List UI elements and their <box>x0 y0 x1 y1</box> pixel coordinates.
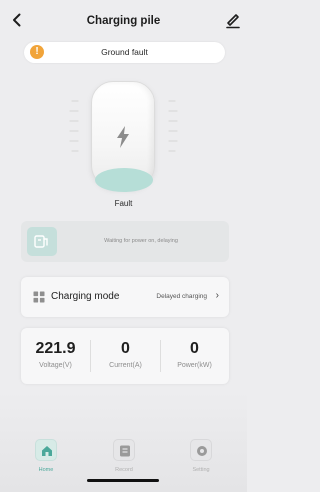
current-value: 0 <box>121 340 130 357</box>
tab-setting[interactable]: Setting <box>181 439 221 481</box>
header-bar: Charging pile <box>0 0 247 40</box>
charging-mode-row[interactable]: Charging mode Delayed charging › <box>21 277 229 317</box>
chevron-right-icon: › <box>215 290 219 301</box>
tab-setting-icon-box <box>190 439 212 461</box>
charging-pile-illustration <box>60 75 187 195</box>
page-title: Charging pile <box>86 15 161 27</box>
tab-home-icon-box <box>35 439 57 461</box>
voltage-stat: 221.9 Voltage(V) <box>21 328 90 384</box>
home-icon <box>42 446 52 456</box>
tab-home[interactable]: Home <box>26 439 66 481</box>
home-indicator <box>87 479 159 482</box>
fault-alert-banner[interactable]: ! Ground fault <box>24 42 225 63</box>
gear-icon <box>197 446 207 456</box>
lightning-icon <box>117 126 129 148</box>
charging-mode-label: Charging mode <box>51 291 120 302</box>
electric-stats-card: 221.9 Voltage(V) 0 Current(A) 0 Power(kW… <box>21 328 229 384</box>
tab-setting-label: Setting <box>192 467 210 473</box>
record-icon <box>120 445 130 457</box>
edit-button[interactable] <box>225 11 241 29</box>
plug-icon <box>34 235 48 248</box>
plug-icon-box <box>27 227 57 256</box>
current-label: Current(A) <box>109 362 142 369</box>
charging-mode-value: Delayed charging <box>156 293 207 300</box>
alert-text: Ground fault <box>101 47 148 57</box>
voltage-value: 221.9 <box>35 340 76 357</box>
pile-status-label: Fault <box>114 199 133 208</box>
pile-base <box>95 168 153 192</box>
grid-icon <box>33 291 45 303</box>
power-label: Power(kW) <box>177 362 212 369</box>
voltage-label: Voltage(V) <box>39 362 72 369</box>
tab-record-label: Record <box>115 467 133 473</box>
tab-record[interactable]: Record <box>104 439 144 481</box>
tab-home-label: Home <box>38 467 54 473</box>
power-stat: 0 Power(kW) <box>160 328 229 384</box>
waiting-status-card: Waiting for power on, delaying <box>21 221 229 262</box>
pencil-icon <box>226 14 240 29</box>
tab-record-icon-box <box>113 439 135 461</box>
waiting-text: Waiting for power on, delaying <box>104 238 178 244</box>
power-value: 0 <box>190 340 199 357</box>
current-stat: 0 Current(A) <box>91 328 160 384</box>
